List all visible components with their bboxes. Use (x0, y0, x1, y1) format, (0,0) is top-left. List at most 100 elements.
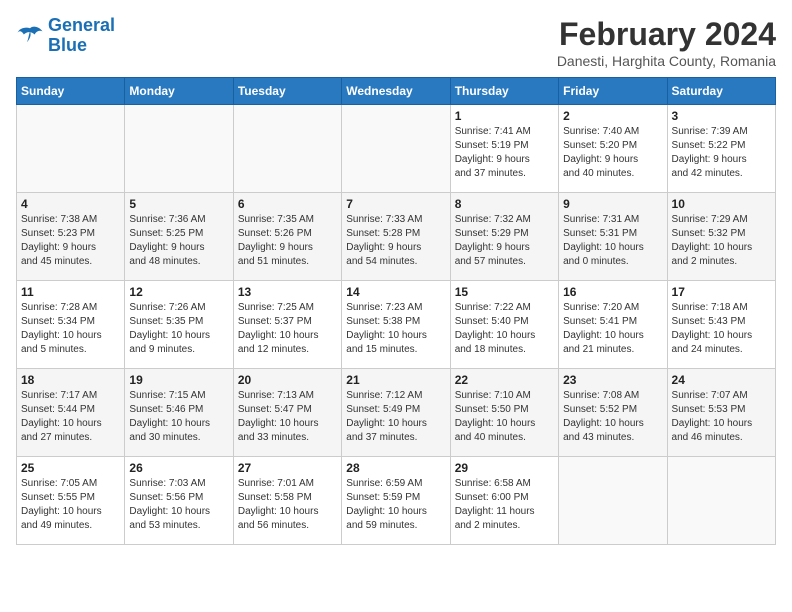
calendar-cell: 7 Sunrise: 7:33 AM Sunset: 5:28 PM Daylig… (342, 193, 450, 281)
day-number: 19 (129, 373, 228, 387)
day-number: 29 (455, 461, 554, 475)
col-header-sunday: Sunday (17, 78, 125, 105)
calendar-cell: 23Sunrise: 7:08 AM Sunset: 5:52 PM Dayli… (559, 369, 667, 457)
calendar-cell: 29 Sunrise: 6:58 AM Sunset: 6:00 PM Dayli… (450, 457, 558, 545)
day-number: 13 (238, 285, 337, 299)
day-info: Sunrise: 7:07 AM Sunset: 5:53 PM Dayligh… (672, 389, 771, 445)
day-number: 27 (238, 461, 337, 475)
day-number: 23 (563, 373, 662, 387)
calendar-cell: 24 Sunrise: 7:07 AM Sunset: 5:53 PM Dayli… (667, 369, 775, 457)
calendar-table: SundayMondayTuesdayWednesdayThursdayFrid… (16, 77, 776, 545)
calendar-cell: 17 Sunrise: 7:18 AM Sunset: 5:43 PM Dayli… (667, 281, 775, 369)
day-info: Sunrise: 7:29 AM Sunset: 5:32 PM Dayligh… (672, 213, 771, 269)
day-number: 9 (563, 197, 662, 211)
day-number: 14 (346, 285, 445, 299)
calendar-cell (667, 457, 775, 545)
day-number: 3 (672, 109, 771, 123)
calendar-cell (342, 105, 450, 193)
calendar-cell: 25 Sunrise: 7:05 AM Sunset: 5:55 PM Dayli… (17, 457, 125, 545)
page-header: GeneralBlue February 2024 Danesti, Hargh… (16, 16, 776, 69)
calendar-cell: 2 Sunrise: 7:40 AM Sunset: 5:20 PM Daylig… (559, 105, 667, 193)
month-title: February 2024 (557, 16, 776, 53)
day-info: Sunrise: 7:41 AM Sunset: 5:19 PM Dayligh… (455, 125, 554, 181)
day-info: Sunrise: 7:01 AM Sunset: 5:58 PM Dayligh… (238, 477, 337, 533)
day-info: Sunrise: 7:33 AM Sunset: 5:28 PM Dayligh… (346, 213, 445, 269)
day-info: Sunrise: 7:39 AM Sunset: 5:22 PM Dayligh… (672, 125, 771, 181)
logo-bird-icon (16, 25, 44, 47)
day-info: Sunrise: 7:17 AM Sunset: 5:44 PM Dayligh… (21, 389, 120, 445)
calendar-cell (125, 105, 233, 193)
calendar-cell: 13 Sunrise: 7:25 AM Sunset: 5:37 PM Dayli… (233, 281, 341, 369)
day-number: 28 (346, 461, 445, 475)
calendar-cell: 19 Sunrise: 7:15 AM Sunset: 5:46 PM Dayli… (125, 369, 233, 457)
calendar-cell: 14 Sunrise: 7:23 AM Sunset: 5:38 PM Dayli… (342, 281, 450, 369)
col-header-monday: Monday (125, 78, 233, 105)
col-header-thursday: Thursday (450, 78, 558, 105)
day-info: Sunrise: 7:18 AM Sunset: 5:43 PM Dayligh… (672, 301, 771, 357)
title-block: February 2024 Danesti, Harghita County, … (557, 16, 776, 69)
day-info: Sunrise: 7:23 AM Sunset: 5:38 PM Dayligh… (346, 301, 445, 357)
calendar-cell: 27 Sunrise: 7:01 AM Sunset: 5:58 PM Dayli… (233, 457, 341, 545)
calendar-cell: 3 Sunrise: 7:39 AM Sunset: 5:22 PM Daylig… (667, 105, 775, 193)
calendar-cell: 8 Sunrise: 7:32 AM Sunset: 5:29 PM Daylig… (450, 193, 558, 281)
day-number: 12 (129, 285, 228, 299)
col-header-friday: Friday (559, 78, 667, 105)
day-number: 4 (21, 197, 120, 211)
day-number: 20 (238, 373, 337, 387)
calendar-cell: 6 Sunrise: 7:35 AM Sunset: 5:26 PM Daylig… (233, 193, 341, 281)
day-info: Sunrise: 7:13 AM Sunset: 5:47 PM Dayligh… (238, 389, 337, 445)
day-info: Sunrise: 7:36 AM Sunset: 5:25 PM Dayligh… (129, 213, 228, 269)
day-number: 21 (346, 373, 445, 387)
day-number: 7 (346, 197, 445, 211)
calendar-cell (559, 457, 667, 545)
calendar-cell (17, 105, 125, 193)
day-info: Sunrise: 7:40 AM Sunset: 5:20 PM Dayligh… (563, 125, 662, 181)
day-info: Sunrise: 7:03 AM Sunset: 5:56 PM Dayligh… (129, 477, 228, 533)
calendar-cell: 20 Sunrise: 7:13 AM Sunset: 5:47 PM Dayli… (233, 369, 341, 457)
day-number: 16 (563, 285, 662, 299)
logo-text: GeneralBlue (48, 16, 115, 56)
calendar-cell: 18Sunrise: 7:17 AM Sunset: 5:44 PM Dayli… (17, 369, 125, 457)
day-info: Sunrise: 6:58 AM Sunset: 6:00 PM Dayligh… (455, 477, 554, 533)
day-number: 15 (455, 285, 554, 299)
calendar-cell: 15 Sunrise: 7:22 AM Sunset: 5:40 PM Dayli… (450, 281, 558, 369)
day-info: Sunrise: 7:28 AM Sunset: 5:34 PM Dayligh… (21, 301, 120, 357)
calendar-cell: 16 Sunrise: 7:20 AM Sunset: 5:41 PM Dayli… (559, 281, 667, 369)
day-number: 1 (455, 109, 554, 123)
calendar-cell: 21 Sunrise: 7:12 AM Sunset: 5:49 PM Dayli… (342, 369, 450, 457)
day-number: 5 (129, 197, 228, 211)
calendar-cell: 5 Sunrise: 7:36 AM Sunset: 5:25 PM Daylig… (125, 193, 233, 281)
day-number: 10 (672, 197, 771, 211)
day-number: 11 (21, 285, 120, 299)
calendar-cell: 12Sunrise: 7:26 AM Sunset: 5:35 PM Dayli… (125, 281, 233, 369)
logo: GeneralBlue (16, 16, 115, 56)
calendar-cell: 9Sunrise: 7:31 AM Sunset: 5:31 PM Daylig… (559, 193, 667, 281)
day-number: 25 (21, 461, 120, 475)
day-info: Sunrise: 7:38 AM Sunset: 5:23 PM Dayligh… (21, 213, 120, 269)
day-number: 17 (672, 285, 771, 299)
calendar-cell: 11 Sunrise: 7:28 AM Sunset: 5:34 PM Dayli… (17, 281, 125, 369)
col-header-tuesday: Tuesday (233, 78, 341, 105)
day-info: Sunrise: 7:25 AM Sunset: 5:37 PM Dayligh… (238, 301, 337, 357)
day-info: Sunrise: 7:12 AM Sunset: 5:49 PM Dayligh… (346, 389, 445, 445)
day-number: 8 (455, 197, 554, 211)
day-info: Sunrise: 7:32 AM Sunset: 5:29 PM Dayligh… (455, 213, 554, 269)
day-info: Sunrise: 7:35 AM Sunset: 5:26 PM Dayligh… (238, 213, 337, 269)
day-number: 6 (238, 197, 337, 211)
col-header-saturday: Saturday (667, 78, 775, 105)
calendar-cell: 26 Sunrise: 7:03 AM Sunset: 5:56 PM Dayli… (125, 457, 233, 545)
day-info: Sunrise: 7:10 AM Sunset: 5:50 PM Dayligh… (455, 389, 554, 445)
location-subtitle: Danesti, Harghita County, Romania (557, 53, 776, 69)
day-number: 26 (129, 461, 228, 475)
day-info: Sunrise: 7:20 AM Sunset: 5:41 PM Dayligh… (563, 301, 662, 357)
day-number: 2 (563, 109, 662, 123)
calendar-cell: 4 Sunrise: 7:38 AM Sunset: 5:23 PM Daylig… (17, 193, 125, 281)
day-number: 24 (672, 373, 771, 387)
day-info: Sunrise: 7:22 AM Sunset: 5:40 PM Dayligh… (455, 301, 554, 357)
day-info: Sunrise: 6:59 AM Sunset: 5:59 PM Dayligh… (346, 477, 445, 533)
col-header-wednesday: Wednesday (342, 78, 450, 105)
day-info: Sunrise: 7:15 AM Sunset: 5:46 PM Dayligh… (129, 389, 228, 445)
calendar-cell: 10 Sunrise: 7:29 AM Sunset: 5:32 PM Dayli… (667, 193, 775, 281)
day-info: Sunrise: 7:05 AM Sunset: 5:55 PM Dayligh… (21, 477, 120, 533)
calendar-cell: 1 Sunrise: 7:41 AM Sunset: 5:19 PM Daylig… (450, 105, 558, 193)
